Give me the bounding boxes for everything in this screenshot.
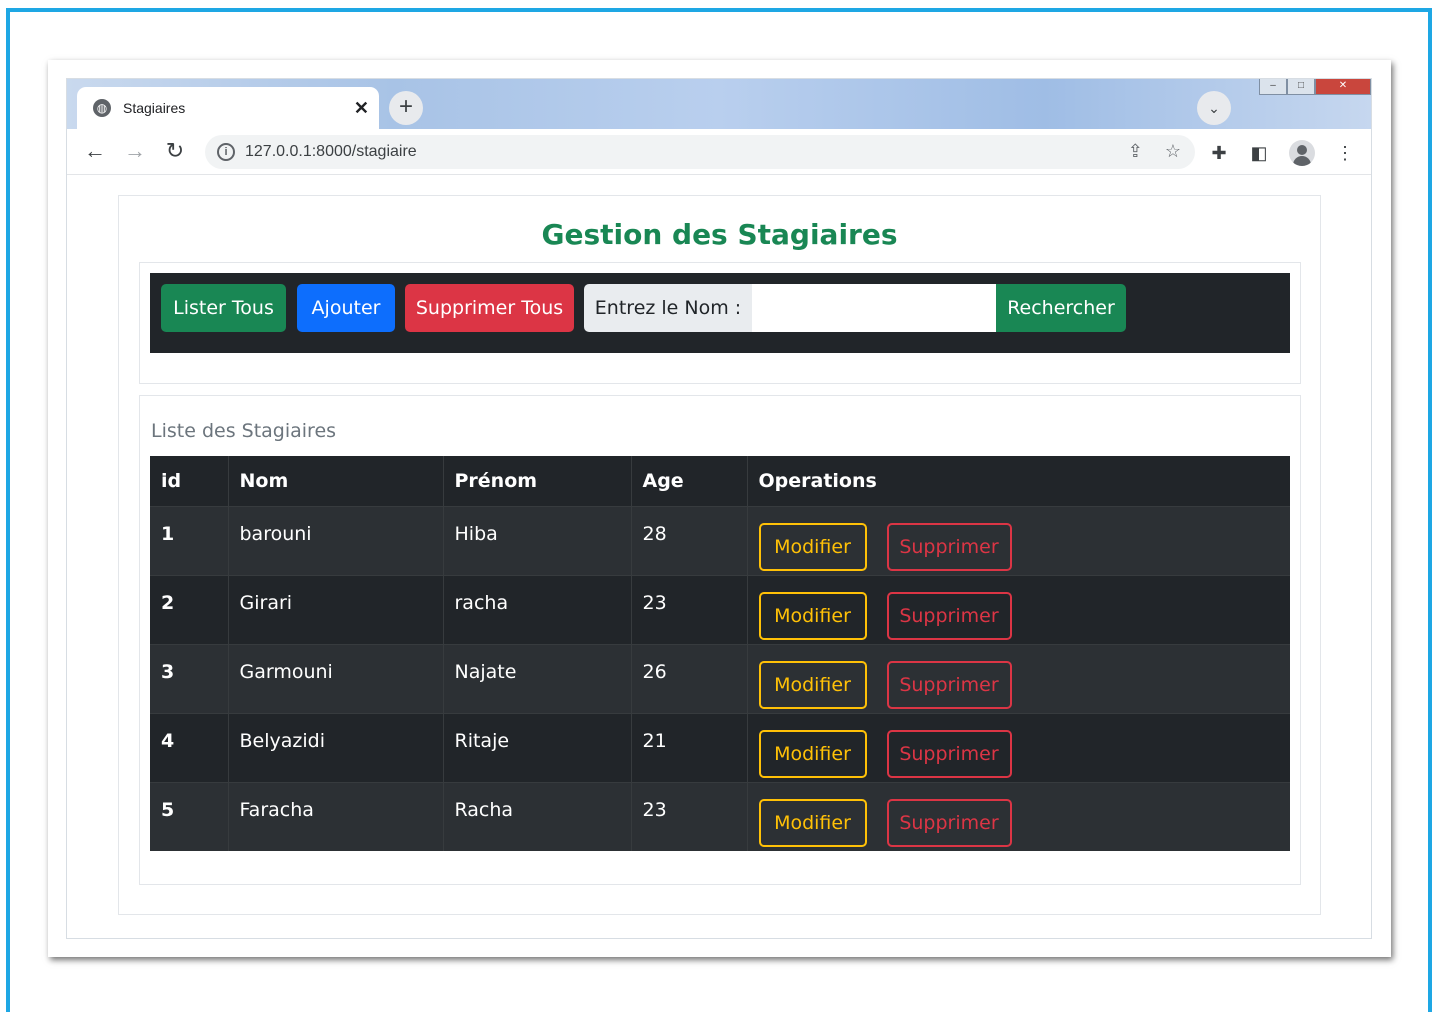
cell-operations: Modifier Supprimer (746, 505, 1290, 575)
modify-button[interactable]: Modifier (758, 798, 867, 847)
stagiaires-table: id Nom Prénom Age Operations 1 barouni H… (150, 456, 1290, 851)
tab-title: Stagiaires (123, 100, 186, 116)
back-arrow-icon[interactable]: ← (83, 139, 107, 163)
cell-operations: Modifier Supprimer (746, 574, 1290, 644)
plus-icon[interactable]: + (389, 91, 423, 125)
table-row: 2 Girari racha 23 Modifier Supprimer (150, 574, 1290, 644)
cell-nom: Girari (227, 574, 443, 644)
cell-age: 28 (630, 505, 747, 575)
minimize-icon[interactable]: – (1259, 79, 1287, 95)
cell-id: 1 (150, 505, 228, 575)
modify-button[interactable]: Modifier (758, 729, 867, 778)
url-text[interactable]: 127.0.0.1:8000/stagiaire (245, 143, 417, 161)
extensions-icon[interactable]: ✚ (1209, 141, 1229, 165)
forward-arrow-icon[interactable]: → (123, 139, 147, 163)
list-card: Liste des Stagiaires id Nom Prénom Age O… (139, 395, 1301, 885)
maximize-icon[interactable]: □ (1287, 79, 1315, 95)
globe-icon: ◍ (93, 99, 111, 117)
address-bar[interactable]: i 127.0.0.1:8000/stagiaire ⇪ ☆ (205, 135, 1195, 169)
delete-button[interactable]: Supprimer (886, 660, 1012, 709)
cell-age: 23 (630, 781, 747, 851)
table-row: 5 Faracha Racha 23 Modifier Supprimer (150, 781, 1290, 851)
table-header-row: id Nom Prénom Age Operations (150, 456, 1290, 507)
reload-icon[interactable]: ↻ (163, 139, 187, 163)
browser-toolbar: ← → ↻ i 127.0.0.1:8000/stagiaire ⇪ ☆ ✚ ◧… (67, 129, 1371, 175)
share-icon[interactable]: ⇪ (1128, 141, 1143, 162)
modify-button[interactable]: Modifier (758, 660, 867, 709)
cell-id: 2 (150, 574, 228, 644)
list-all-button[interactable]: Lister Tous (161, 284, 286, 332)
delete-button[interactable]: Supprimer (886, 591, 1012, 640)
cell-nom: barouni (227, 505, 443, 575)
close-icon[interactable]: ✕ (354, 98, 369, 119)
cell-operations: Modifier Supprimer (746, 643, 1290, 713)
column-header-id: id (150, 456, 228, 507)
cell-prenom: Najate (442, 643, 631, 713)
cell-operations: Modifier Supprimer (746, 781, 1290, 851)
delete-all-button[interactable]: Supprimer Tous (405, 284, 574, 332)
delete-button[interactable]: Supprimer (886, 798, 1012, 847)
search-button[interactable]: Rechercher (996, 284, 1126, 332)
cell-nom: Belyazidi (227, 712, 443, 782)
list-caption: Liste des Stagiaires (151, 420, 337, 442)
star-icon[interactable]: ☆ (1165, 141, 1181, 162)
main-container: Gestion des Stagiaires Lister Tous Ajout… (118, 195, 1321, 915)
window-controls: – □ ✕ (1259, 79, 1371, 95)
table-row: 3 Garmouni Najate 26 Modifier Supprimer (150, 643, 1290, 713)
cell-id: 3 (150, 643, 228, 713)
chevron-down-icon[interactable]: ⌄ (1197, 91, 1231, 125)
cell-prenom: Ritaje (442, 712, 631, 782)
cell-id: 4 (150, 712, 228, 782)
search-label: Entrez le Nom : (584, 284, 752, 332)
modify-button[interactable]: Modifier (758, 591, 867, 640)
cell-id: 5 (150, 781, 228, 851)
delete-button[interactable]: Supprimer (886, 729, 1012, 778)
column-header-operations: Operations (746, 456, 1290, 507)
cell-age: 21 (630, 712, 747, 782)
page-content: Gestion des Stagiaires Lister Tous Ajout… (67, 176, 1371, 938)
window-close-icon[interactable]: ✕ (1315, 79, 1371, 95)
cell-age: 26 (630, 643, 747, 713)
cell-prenom: Racha (442, 781, 631, 851)
column-header-age: Age (630, 456, 747, 507)
search-input[interactable] (752, 284, 996, 332)
tab-strip: – □ ✕ ◍ Stagiaires ✕ + ⌄ (67, 79, 1371, 129)
table-row: 4 Belyazidi Ritaje 21 Modifier Supprimer (150, 712, 1290, 782)
actions-bar: Lister Tous Ajouter Supprimer Tous Entre… (150, 273, 1290, 353)
cell-nom: Garmouni (227, 643, 443, 713)
cell-prenom: racha (442, 574, 631, 644)
modify-button[interactable]: Modifier (758, 522, 867, 571)
cell-age: 23 (630, 574, 747, 644)
column-header-prenom: Prénom (442, 456, 631, 507)
add-button[interactable]: Ajouter (297, 284, 395, 332)
search-group: Entrez le Nom : Rechercher (584, 284, 1126, 332)
delete-button[interactable]: Supprimer (886, 522, 1012, 571)
table-row: 1 barouni Hiba 28 Modifier Supprimer (150, 505, 1290, 575)
browser-window: – □ ✕ ◍ Stagiaires ✕ + ⌄ ← → ↻ i 127.0.0… (66, 78, 1372, 939)
tab-stagiaires[interactable]: ◍ Stagiaires ✕ (77, 87, 379, 129)
info-icon[interactable]: i (217, 143, 235, 161)
profile-icon[interactable] (1289, 140, 1315, 166)
menu-dots-icon[interactable]: ⋮ (1335, 141, 1355, 165)
actions-card: Lister Tous Ajouter Supprimer Tous Entre… (139, 262, 1301, 384)
cell-prenom: Hiba (442, 505, 631, 575)
cell-nom: Faracha (227, 781, 443, 851)
side-panel-icon[interactable]: ◧ (1249, 141, 1269, 165)
column-header-nom: Nom (227, 456, 443, 507)
cell-operations: Modifier Supprimer (746, 712, 1290, 782)
page-title: Gestion des Stagiaires (541, 218, 898, 251)
